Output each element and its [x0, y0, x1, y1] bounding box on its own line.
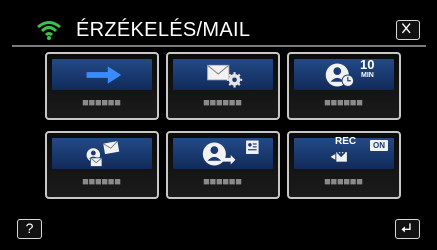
on-switch: ON	[370, 140, 388, 151]
wifi-icon	[37, 21, 61, 40]
close-button[interactable]	[396, 20, 420, 40]
tile-label: ■■■■■■	[324, 98, 364, 108]
tile-mail-recipient[interactable]: ■■■■■■	[45, 131, 159, 199]
tile-label: ■■■■■■	[82, 177, 122, 187]
back-icon	[401, 223, 411, 233]
tile-icon-area	[52, 59, 152, 90]
mail-recipient-icon	[86, 140, 120, 167]
close-icon	[401, 23, 411, 34]
timer-badge-unit: MIN	[361, 72, 374, 79]
tile-rec-on[interactable]: REC ON ■■■■■■	[287, 131, 401, 199]
wifi-detect-mail-screen: ÉRZÉKELÉS/MAIL ■■■■■■ ■■■■■■ 10 MIN ■■■■…	[0, 0, 437, 250]
tile-label: ■■■■■■	[203, 98, 243, 108]
header-bar: ÉRZÉKELÉS/MAIL	[0, 0, 437, 44]
tile-mail-settings[interactable]: ■■■■■■	[166, 52, 280, 120]
mail-settings-icon	[207, 64, 243, 88]
timer-10-min-icon	[325, 63, 355, 87]
tile-label: ■■■■■■	[324, 177, 364, 187]
tile-label: ■■■■■■	[203, 177, 243, 187]
address-book-icon	[202, 140, 259, 166]
tile-address-book[interactable]: ■■■■■■	[166, 131, 280, 199]
tile-timer[interactable]: 10 MIN ■■■■■■	[287, 52, 401, 120]
page-title: ÉRZÉKELÉS/MAIL	[76, 19, 251, 41]
rec-text: REC	[335, 136, 357, 147]
arrow-right-icon	[86, 66, 122, 84]
tile-icon-area	[173, 138, 273, 169]
tile-icon-area	[52, 138, 152, 169]
header-divider	[12, 45, 426, 47]
tile-icon-area	[173, 59, 273, 90]
timer-badge-value: 10	[360, 57, 375, 72]
tile-arrow[interactable]: ■■■■■■	[45, 52, 159, 120]
back-button[interactable]	[395, 219, 420, 239]
tile-icon-area: 10 MIN	[294, 57, 394, 90]
tile-label: ■■■■■■	[82, 98, 122, 108]
help-button[interactable]: ?	[17, 219, 42, 239]
tile-icon-area: REC ON	[294, 136, 394, 169]
